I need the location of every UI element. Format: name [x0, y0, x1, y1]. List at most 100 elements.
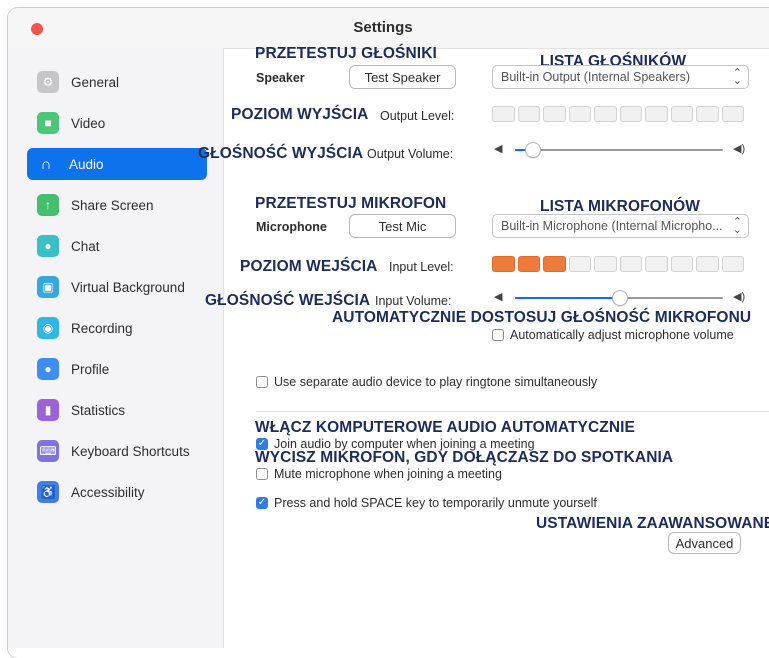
level-segment [568, 256, 591, 272]
sidebar-item-video[interactable]: ■ Video [27, 107, 207, 139]
speaker-select[interactable]: Built-in Output (Internal Speakers) ⌃ ⌄ [492, 65, 749, 89]
separate-device-label: Use separate audio device to play ringto… [274, 375, 598, 389]
level-segment [543, 106, 566, 122]
advanced-button[interactable]: Advanced [668, 532, 741, 554]
chat-bubble-icon: ● [37, 235, 59, 257]
sidebar-item-general[interactable]: ⚙ General [27, 66, 207, 98]
test-speaker-button[interactable]: Test Speaker [349, 65, 456, 89]
level-segment [543, 256, 566, 272]
chevron-updown-icon: ⌃ ⌄ [732, 216, 742, 236]
output-level-label: Output Level: [380, 109, 455, 123]
volume-low-icon: ◀ [494, 143, 503, 155]
microphone-select[interactable]: Built-in Microphone (Internal Micropho..… [492, 214, 749, 238]
annotation-output-level: POZIOM WYJŚCIA [231, 106, 369, 123]
auto-adjust-label: Automatically adjust microphone volume [510, 328, 734, 342]
level-segment [619, 106, 642, 122]
section-divider [256, 411, 769, 412]
separate-device-checkbox[interactable]: Use separate audio device to play ringto… [256, 375, 597, 389]
level-segment [670, 106, 693, 122]
sidebar-item-recording[interactable]: ◉ Recording [27, 312, 207, 344]
record-icon: ◉ [37, 317, 59, 339]
level-segment [568, 106, 591, 122]
checkbox-box[interactable]: ✓ [256, 497, 268, 509]
title-bar: Settings [8, 8, 769, 49]
keyboard-icon: ⌨ [37, 440, 59, 462]
input-volume-slider[interactable] [515, 290, 723, 306]
microphone-label: Microphone [256, 220, 327, 234]
accessibility-icon: ♿ [37, 481, 59, 503]
sidebar: ⚙ General ■ Video ∩ Audio ↑ Share Screen ● Chat ▣ V… [8, 48, 224, 648]
annotation-auto-join: WŁĄCZ KOMPUTEROWE AUDIO AUTOMATYCZNIE [255, 419, 635, 436]
input-volume-label: Input Volume: [375, 294, 452, 308]
chevron-updown-icon: ⌃ ⌄ [732, 67, 742, 87]
sidebar-item-share-screen[interactable]: ↑ Share Screen [27, 189, 207, 221]
output-level-meter [492, 106, 744, 122]
annotation-mute-on-join: WYCISZ MIKROFON, GDY DOŁĄCZASZ DO SPOTKA… [255, 449, 674, 466]
level-segment [696, 106, 719, 122]
level-segment [619, 256, 642, 272]
sidebar-item-label: Profile [71, 361, 110, 377]
annotation-advanced: USTAWIENIA ZAAWANSOWANE [536, 515, 769, 532]
level-segment [517, 256, 540, 272]
auto-adjust-checkbox[interactable]: Automatically adjust microphone volume [492, 328, 734, 342]
bar-chart-icon: ▮ [37, 399, 59, 421]
microphone-select-value: Built-in Microphone (Internal Micropho..… [501, 219, 723, 233]
checkbox-box[interactable] [256, 468, 268, 480]
annotation-input-level: POZIOM WEJŚCIA [240, 258, 378, 275]
level-segment [645, 106, 668, 122]
space-unmute-label: Press and hold SPACE key to temporarily … [274, 496, 597, 510]
window-title: Settings [353, 19, 413, 36]
level-segment [517, 106, 540, 122]
sidebar-item-label: Video [71, 115, 106, 131]
mute-mic-label: Mute microphone when joining a meeting [274, 467, 502, 481]
annotation-output-volume: GŁOŚNOŚĆ WYJŚCIA [198, 145, 364, 162]
mute-mic-checkbox[interactable]: Mute microphone when joining a meeting [256, 467, 502, 481]
sidebar-item-virtual-background[interactable]: ▣ Virtual Background [27, 271, 207, 303]
sidebar-item-label: Keyboard Shortcuts [71, 443, 190, 459]
input-level-meter [492, 256, 744, 272]
speaker-label: Speaker [256, 71, 305, 85]
sidebar-item-statistics[interactable]: ▮ Statistics [27, 394, 207, 426]
sidebar-item-label: Audio [69, 156, 104, 172]
sidebar-item-label: Chat [71, 238, 100, 254]
sidebar-item-label: General [71, 74, 120, 90]
sidebar-item-label: Virtual Background [71, 279, 185, 295]
share-screen-icon: ↑ [37, 194, 59, 216]
sidebar-item-label: Recording [71, 320, 133, 336]
level-segment [721, 106, 744, 122]
headphones-icon: ∩ [40, 155, 52, 173]
annotation-input-volume: GŁOŚNOŚĆ WEJŚCIA [205, 292, 371, 309]
checkbox-box[interactable] [492, 329, 504, 341]
volume-high-icon: ◀) [733, 143, 746, 155]
checkbox-box[interactable] [256, 376, 268, 388]
sidebar-item-label: Statistics [71, 402, 126, 418]
annotation-test-mic: PRZETESTUJ MIKROFON [255, 195, 447, 212]
output-volume-slider[interactable] [515, 142, 723, 158]
output-volume-knob[interactable] [525, 142, 541, 158]
person-icon: ● [37, 358, 59, 380]
volume-high-icon: ◀) [733, 291, 746, 303]
settings-window: Settings ⚙ General ■ Video ∩ Audio ↑ Share Scre… [8, 8, 769, 658]
level-segment [645, 256, 668, 272]
video-camera-icon: ■ [37, 112, 59, 134]
input-level-label: Input Level: [389, 260, 454, 274]
space-unmute-checkbox[interactable]: ✓ Press and hold SPACE key to temporaril… [256, 496, 597, 510]
gear-icon: ⚙ [37, 71, 59, 93]
level-segment [594, 106, 617, 122]
annotation-auto-adjust: AUTOMATYCZNIE DOSTOSUJ GŁOŚNOŚĆ MIKROFON… [332, 309, 752, 326]
level-segment [696, 256, 719, 272]
sidebar-item-chat[interactable]: ● Chat [27, 230, 207, 262]
annotation-test-speakers: PRZETESTUJ GŁOŚNIKI [255, 45, 437, 62]
sidebar-item-keyboard-shortcuts[interactable]: ⌨ Keyboard Shortcuts [27, 435, 207, 467]
sidebar-item-audio[interactable]: ∩ Audio [27, 148, 207, 180]
speaker-select-value: Built-in Output (Internal Speakers) [501, 70, 690, 84]
input-volume-knob[interactable] [612, 290, 628, 306]
test-mic-button[interactable]: Test Mic [349, 214, 456, 238]
level-segment [492, 256, 515, 272]
output-volume-label: Output Volume: [367, 147, 454, 161]
sidebar-item-label: Accessibility [71, 484, 145, 500]
sidebar-item-profile[interactable]: ● Profile [27, 353, 207, 385]
virtual-background-icon: ▣ [37, 276, 59, 298]
sidebar-item-accessibility[interactable]: ♿ Accessibility [27, 476, 207, 508]
level-segment [670, 256, 693, 272]
